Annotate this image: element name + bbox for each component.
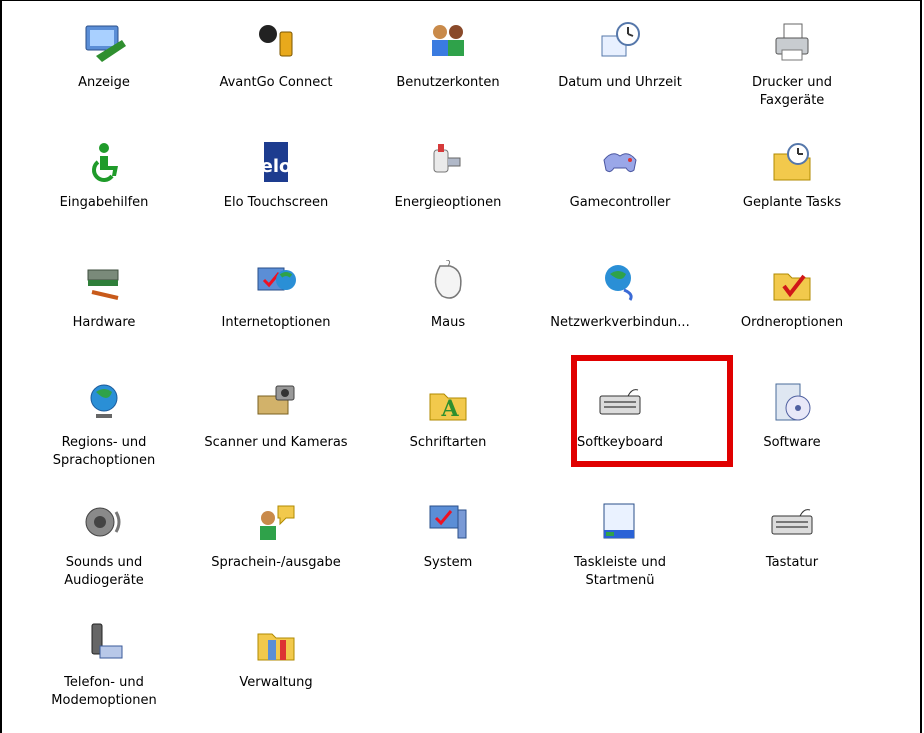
control-panel-item-energieoptionen[interactable]: Energieoptionen xyxy=(362,120,534,240)
item-label: Elo Touchscreen xyxy=(223,195,329,210)
control-panel-item-elo-touchscreen[interactable]: elo Elo Touchscreen xyxy=(190,120,362,240)
scanner-icon xyxy=(252,378,300,426)
network-icon xyxy=(596,258,644,306)
item-label: Gamecontroller xyxy=(569,195,671,210)
control-panel-item-schriftarten[interactable]: A Schriftarten xyxy=(362,360,534,480)
item-label: Benutzerkonten xyxy=(396,75,500,90)
item-label: Maus xyxy=(430,315,466,330)
control-panel-item-datum-und-uhrzeit[interactable]: Datum und Uhrzeit xyxy=(534,0,706,120)
item-label: Datum und Uhrzeit xyxy=(558,75,682,90)
item-label: Netzwerkverbindun... xyxy=(550,315,690,330)
scheduled-tasks-icon xyxy=(768,138,816,186)
control-panel-item-taskleiste-und-startmenü[interactable]: Taskleiste und Startmenü xyxy=(534,480,706,600)
display-icon xyxy=(80,18,128,66)
control-panel-item-internetoptionen[interactable]: Internetoptionen xyxy=(190,240,362,360)
control-panel-item-anzeige[interactable]: Anzeige xyxy=(18,0,190,120)
speech-icon xyxy=(252,498,300,546)
control-panel-item-benutzerkonten[interactable]: Benutzerkonten xyxy=(362,0,534,120)
control-panel-item-geplante-tasks[interactable]: Geplante Tasks xyxy=(706,120,878,240)
svg-text:A: A xyxy=(440,396,459,422)
item-label: Eingabehilfen xyxy=(59,195,149,210)
taskbar-icon xyxy=(596,498,644,546)
item-label: Internetoptionen xyxy=(221,315,331,330)
item-label: Geplante Tasks xyxy=(742,195,842,210)
control-panel-item-maus[interactable]: Maus xyxy=(362,240,534,360)
control-panel-item-sounds-und-audiogeräte[interactable]: Sounds und Audiogeräte xyxy=(18,480,190,600)
control-panel-item-eingabehilfen[interactable]: Eingabehilfen xyxy=(18,120,190,240)
item-label: System xyxy=(423,555,473,570)
printer-icon xyxy=(768,18,816,66)
item-label: AvantGo Connect xyxy=(219,75,333,90)
internet-options-icon xyxy=(252,258,300,306)
accessibility-icon xyxy=(80,138,128,186)
globe-icon xyxy=(80,378,128,426)
control-panel-item-softkeyboard[interactable]: Softkeyboard xyxy=(534,360,706,480)
elo-icon: elo xyxy=(252,138,300,186)
control-panel-item-hardware[interactable]: Hardware xyxy=(18,240,190,360)
svg-text:elo: elo xyxy=(261,156,292,177)
date-time-icon xyxy=(596,18,644,66)
item-label: Telefon- und Modemoptionen xyxy=(51,675,157,708)
keyboard-icon xyxy=(596,378,644,426)
item-label: Drucker und Faxgeräte xyxy=(751,75,832,108)
item-label: Energieoptionen xyxy=(394,195,502,210)
control-panel-grid: Anzeige AvantGo Connect Benutzerkonten Datu… xyxy=(18,0,918,733)
avantgo-icon xyxy=(252,18,300,66)
mouse-icon xyxy=(424,258,472,306)
item-label: Softkeyboard xyxy=(577,435,663,450)
item-label: Sounds und Audiogeräte xyxy=(64,555,144,588)
control-panel-item-drucker-und-faxgeräte[interactable]: Drucker und Faxgeräte xyxy=(706,0,878,120)
folder-options-icon xyxy=(768,258,816,306)
control-panel-item-regions--und-sprachoptionen[interactable]: Regions- und Sprachoptionen xyxy=(18,360,190,480)
item-label: Sprachein-/ausgabe xyxy=(211,555,341,570)
item-label: Schriftarten xyxy=(409,435,487,450)
control-panel-item-system[interactable]: System xyxy=(362,480,534,600)
speaker-icon xyxy=(80,498,128,546)
item-label: Verwaltung xyxy=(239,675,313,690)
item-label: Scanner und Kameras xyxy=(204,435,348,450)
user-accounts-icon xyxy=(424,18,472,66)
fonts-icon: A xyxy=(424,378,472,426)
control-panel-item-telefon--und-modemoptionen[interactable]: Telefon- und Modemoptionen xyxy=(18,600,190,720)
item-label: Ordneroptionen xyxy=(740,315,844,330)
phone-modem-icon xyxy=(80,618,128,666)
system-icon xyxy=(424,498,472,546)
item-label: Regions- und Sprachoptionen xyxy=(52,435,156,468)
hardware-icon xyxy=(80,258,128,306)
item-label: Software xyxy=(763,435,821,450)
item-label: Taskleiste und Startmenü xyxy=(573,555,666,588)
control-panel-item-gamecontroller[interactable]: Gamecontroller xyxy=(534,120,706,240)
item-label: Tastatur xyxy=(765,555,819,570)
software-icon xyxy=(768,378,816,426)
control-panel-item-avantgo-connect[interactable]: AvantGo Connect xyxy=(190,0,362,120)
control-panel-item-software[interactable]: Software xyxy=(706,360,878,480)
admin-tools-icon xyxy=(252,618,300,666)
control-panel-item-verwaltung[interactable]: Verwaltung xyxy=(190,600,362,720)
control-panel-item-tastatur[interactable]: Tastatur xyxy=(706,480,878,600)
gamecontroller-icon xyxy=(596,138,644,186)
power-icon xyxy=(424,138,472,186)
control-panel-item-ordneroptionen[interactable]: Ordneroptionen xyxy=(706,240,878,360)
control-panel-item-netzwerkverbindun[interactable]: Netzwerkverbindun... xyxy=(534,240,706,360)
item-label: Anzeige xyxy=(78,75,130,90)
control-panel-item-sprachein-ausgabe[interactable]: Sprachein-/ausgabe xyxy=(190,480,362,600)
item-label: Hardware xyxy=(72,315,136,330)
keyboard-icon xyxy=(768,498,816,546)
control-panel-item-scanner-und-kameras[interactable]: Scanner und Kameras xyxy=(190,360,362,480)
